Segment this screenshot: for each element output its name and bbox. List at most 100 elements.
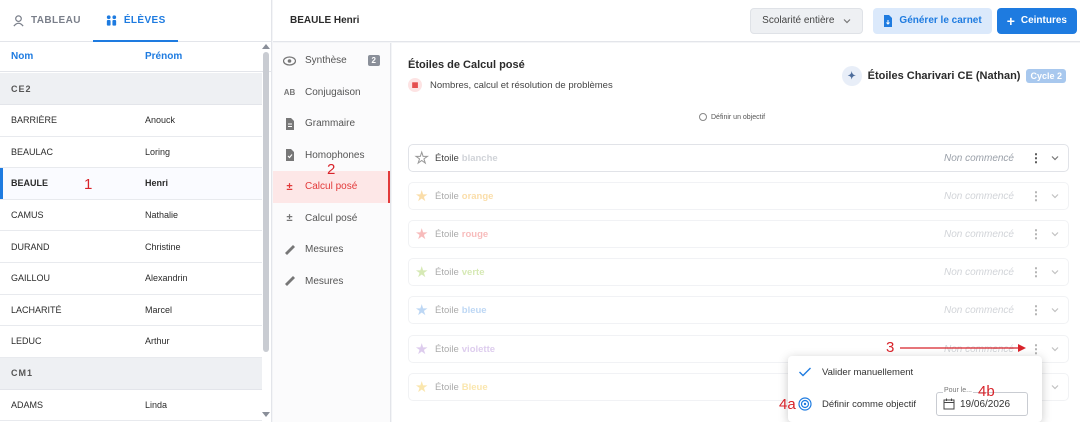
table-row[interactable]: BEAULAC Loring — [0, 137, 262, 169]
column-header-first-name[interactable]: Prénom — [145, 51, 182, 62]
annotation-2: 2 — [327, 161, 336, 178]
star-color-name: verte — [461, 266, 485, 278]
student-last-name: BEAULAC — [11, 146, 54, 157]
star-color-name: rouge — [461, 228, 489, 240]
student-panel: TABLEAU ÉLÈVES Nom Prénom CE2 BARRIÈRE An… — [0, 0, 272, 422]
star-color-name: violette — [461, 343, 496, 355]
calculator-icon: ▦ — [408, 78, 422, 92]
star-label: Étoile bleue — [435, 305, 944, 316]
nav-item-label: Conjugaison — [305, 86, 361, 98]
student-table-header: Nom Prénom — [0, 42, 271, 72]
belts-button[interactable]: + Ceintures — [996, 7, 1077, 34]
chevron-down-icon[interactable] — [1050, 344, 1060, 354]
nav-item-label: Calcul posé — [305, 181, 358, 193]
kebab-menu-icon[interactable]: ⋮ — [1030, 342, 1042, 356]
annotation-arrow — [900, 344, 1026, 352]
table-row-selected[interactable]: BEAULE Henri — [0, 168, 262, 200]
plus-minus-icon: ± — [286, 180, 293, 193]
star-row-orange[interactable]: ★ Étoile orange Non commencé ⋮ — [408, 182, 1069, 210]
star-label: Étoile violette — [435, 344, 944, 355]
table-row[interactable]: DURAND Christine — [0, 231, 262, 263]
table-row[interactable]: GAILLOU Alexandrin — [0, 263, 262, 295]
star-prefix: Étoile — [435, 381, 459, 393]
nav-item-mesures[interactable]: Mesures — [273, 266, 390, 298]
chevron-down-icon[interactable] — [1050, 305, 1060, 315]
star-icon: ★ — [415, 150, 429, 168]
domain-line: ▦ Nombres, calcul et résolution de probl… — [408, 78, 613, 92]
chevron-down-icon[interactable] — [1050, 229, 1060, 239]
table-row[interactable]: LACHARITÉ Marcel — [0, 295, 262, 327]
nav-item-label: Homophones — [305, 149, 365, 161]
star-label: Étoile blanche — [435, 153, 944, 164]
panel-tabs: TABLEAU ÉLÈVES — [0, 0, 271, 42]
star-label: Étoile verte — [435, 267, 944, 278]
star-row-rouge[interactable]: ★ Étoile rouge Non commencé ⋮ — [408, 220, 1069, 248]
annotation-1: 1 — [84, 176, 93, 193]
star-status: Non commencé — [943, 304, 1014, 316]
runner-icon: ✦ — [841, 66, 862, 86]
kebab-menu-icon[interactable]: ⋮ — [1030, 227, 1042, 241]
menu-item-set-objective[interactable]: Définir comme objectif Pour le... 19/06/… — [788, 387, 1042, 420]
annotation-3: 3 — [886, 339, 895, 356]
student-first-name: Anouck — [145, 115, 176, 126]
progression-name: Étoiles Charivari CE (Nathan) — [867, 70, 1021, 82]
star-icon: ★ — [415, 379, 429, 396]
star-prefix: Étoile — [435, 190, 459, 202]
tab-tableau[interactable]: TABLEAU — [0, 0, 93, 41]
target-icon — [798, 397, 812, 411]
scrollbar-thumb[interactable] — [263, 52, 269, 352]
tab-eleves[interactable]: ÉLÈVES — [92, 0, 178, 42]
count-badge: 2 — [367, 55, 380, 67]
table-row[interactable]: CAMUS Nathalie — [0, 200, 262, 232]
ruler-icon — [283, 243, 296, 256]
kebab-menu-icon[interactable]: ⋮ — [1030, 265, 1042, 279]
chevron-down-icon[interactable] — [1050, 382, 1060, 392]
period-select[interactable]: Scolarité entière — [750, 7, 864, 34]
generate-report-button[interactable]: Générer le carnet — [873, 7, 992, 34]
user-outline-icon — [13, 15, 24, 27]
student-last-name: LACHARITÉ — [11, 304, 62, 315]
table-row[interactable]: BARRIÈRE Anouck — [0, 105, 262, 137]
define-objective-label: Définir un objectif — [711, 113, 766, 121]
chevron-down-icon[interactable] — [1050, 153, 1060, 163]
target-icon — [699, 113, 707, 121]
student-last-name: BARRIÈRE — [11, 115, 58, 126]
star-icon: ★ — [415, 341, 429, 358]
student-first-name: Linda — [145, 400, 168, 411]
nav-item-calcul-pose[interactable]: ± Calcul posé — [273, 203, 390, 235]
star-prefix: Étoile — [435, 304, 459, 316]
nav-item-grammaire[interactable]: Grammaire — [273, 108, 390, 140]
star-color-name: Bleue — [461, 381, 488, 393]
calendar-icon[interactable] — [943, 398, 955, 410]
menu-item-validate-manually[interactable]: Valider manuellement — [788, 356, 1042, 388]
table-row[interactable]: ADAMS Linda — [0, 390, 262, 422]
star-row-verte[interactable]: ★ Étoile verte Non commencé ⋮ — [408, 258, 1069, 286]
kebab-menu-icon[interactable]: ⋮ — [1030, 189, 1042, 203]
star-row-bleue[interactable]: ★ Étoile bleue Non commencé ⋮ — [408, 296, 1069, 324]
date-field-value: 19/06/2026 — [959, 398, 1011, 410]
chevron-down-icon[interactable] — [1050, 267, 1060, 277]
star-row-blanche[interactable]: ★ Étoile blanche Non commencé ⋮ — [408, 144, 1069, 172]
star-color-name: blanche — [461, 152, 498, 164]
group-header-cm1: CM1 — [0, 357, 262, 390]
kebab-menu-icon[interactable]: ⋮ — [1030, 303, 1042, 317]
kebab-menu-icon[interactable]: ⋮ — [1030, 151, 1042, 165]
tab-eleves-label: ÉLÈVES — [123, 15, 166, 26]
nav-item-mesures[interactable]: Mesures — [273, 234, 390, 266]
progression-title: ✦ Étoiles Charivari CE (Nathan) Cycle 2 — [841, 66, 1066, 86]
column-header-last-name[interactable]: Nom — [0, 51, 145, 62]
student-first-name: Nathalie — [145, 210, 179, 221]
selected-student-name: BEAULE Henri — [290, 15, 360, 26]
scroll-up-arrow[interactable] — [262, 44, 270, 49]
student-last-name: BEAULE — [11, 178, 49, 189]
star-icon: ★ — [415, 264, 429, 281]
page-title: Étoiles de Calcul posé — [408, 59, 525, 71]
nav-item-conjugaison[interactable]: AB Conjugaison — [273, 77, 390, 109]
plus-minus-icon: ± — [286, 212, 293, 225]
scroll-down-arrow[interactable] — [262, 412, 270, 417]
table-row[interactable]: LEDUC Arthur — [0, 326, 262, 358]
date-field-label: Pour le... — [942, 387, 973, 394]
chevron-down-icon[interactable] — [1050, 191, 1060, 201]
nav-item-synthese[interactable]: Synthèse 2 — [273, 45, 390, 77]
define-objective-link[interactable]: Définir un objectif — [699, 113, 765, 121]
